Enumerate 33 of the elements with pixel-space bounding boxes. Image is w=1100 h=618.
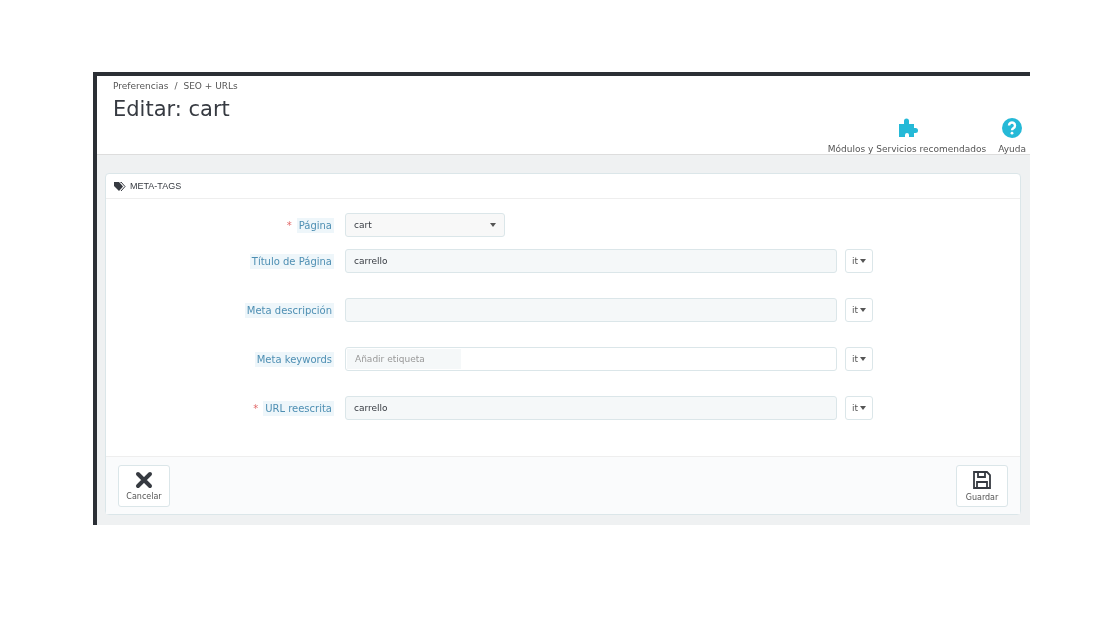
caret-icon: [490, 223, 496, 227]
breadcrumb-link[interactable]: SEO + URLs: [183, 81, 238, 91]
panel-heading: META-TAGS: [130, 181, 182, 191]
field-label: Meta keywords: [254, 351, 334, 367]
field-label: Meta descripción: [244, 302, 334, 318]
field-label: URL reescrita: [263, 400, 334, 416]
tags-icon: [114, 181, 126, 191]
language-dropdown[interactable]: it: [845, 298, 873, 322]
required-marker: *: [286, 219, 292, 231]
caret-icon: [860, 406, 866, 410]
puzzle-icon: [896, 116, 918, 138]
breadcrumb-link[interactable]: Preferencias: [113, 81, 169, 91]
field-label: Página: [296, 217, 334, 233]
text-field[interactable]: carrello: [345, 396, 837, 420]
page-title: Editar: cart: [113, 97, 231, 121]
language-dropdown[interactable]: it: [845, 396, 873, 420]
save-button[interactable]: Guardar: [956, 464, 1008, 507]
text-field[interactable]: carrello: [345, 249, 837, 273]
caret-icon: [860, 308, 866, 312]
cancel-button[interactable]: Cancelar: [118, 464, 170, 507]
close-icon: [135, 470, 153, 489]
required-marker: *: [253, 402, 259, 414]
caret-icon: [860, 259, 866, 263]
field-label: Título de Página: [249, 253, 334, 269]
breadcrumb-separator: /: [174, 81, 178, 91]
text-field[interactable]: [345, 298, 837, 322]
help-icon: [1002, 118, 1023, 138]
toolbar-button[interactable]: Ayuda: [998, 118, 1026, 154]
page-dropdown[interactable]: cart: [345, 213, 505, 237]
language-dropdown[interactable]: it: [845, 347, 873, 371]
caret-icon: [860, 357, 866, 361]
toolbar-button[interactable]: Módulos y Servicios recomendados: [827, 116, 987, 154]
language-dropdown[interactable]: it: [845, 249, 873, 273]
